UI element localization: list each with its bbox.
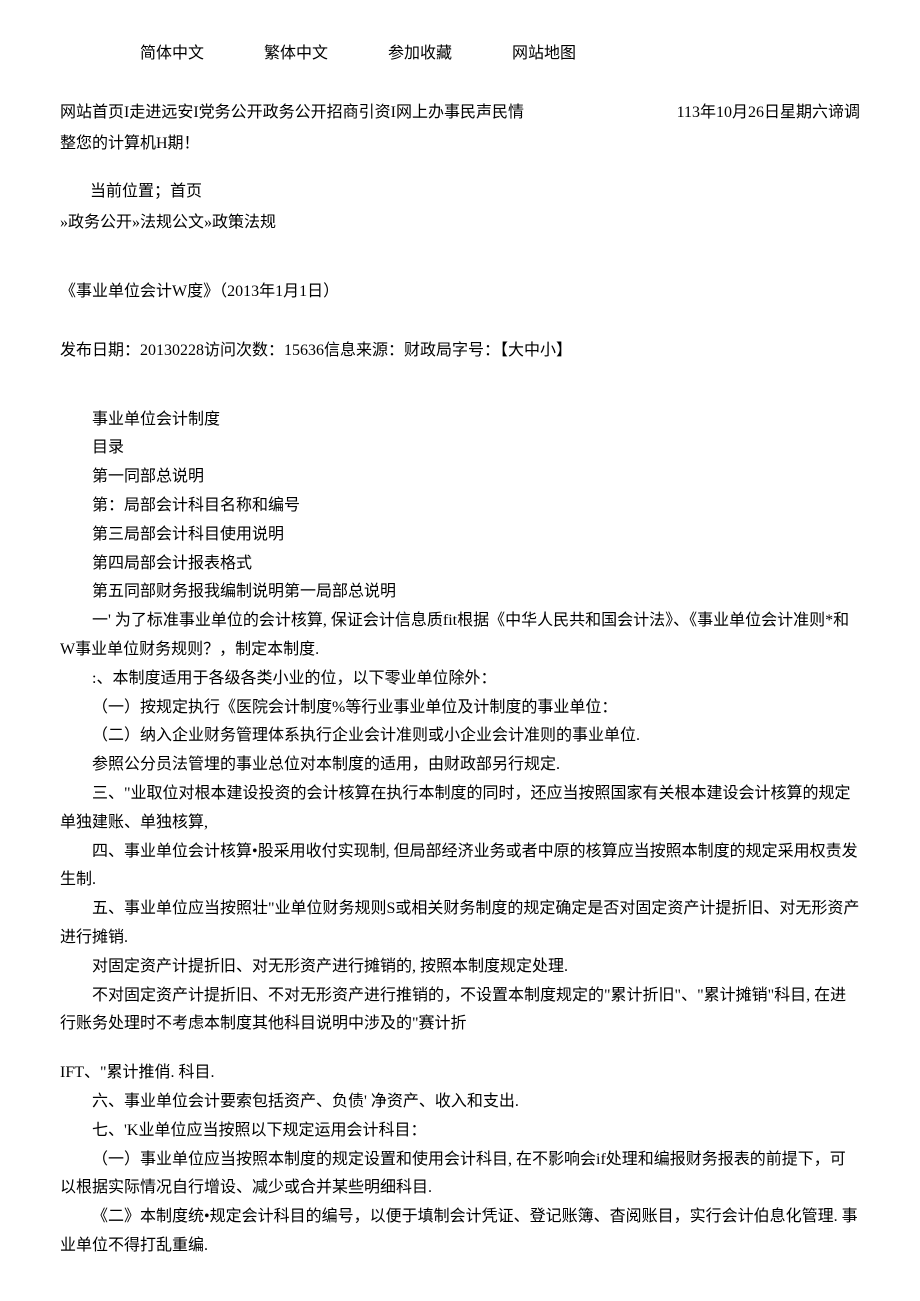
article-meta: 发布日期：20130228访问次数：15636信息来源：财政局字号：【大中小】 <box>60 337 860 366</box>
nav-favorite[interactable]: 参加收藏 <box>388 40 452 69</box>
content-line: 对固定资产计提折旧、对无形资产进行摊销的, 按照本制度规定处理. <box>60 953 860 982</box>
content-line: 不对固定资产计提折旧、不对无形资产进行推销的，不设置本制度规定的"累计折旧"、"… <box>60 982 860 1040</box>
nav-simplified[interactable]: 简体中文 <box>140 40 204 69</box>
main-nav-row: 网站首页I走进远安I党务公开政务公开招商引资I网上办事民声民情 113年10月2… <box>60 99 860 128</box>
article-title: 《事业单位会计W度》（2013年1月1日） <box>60 278 860 307</box>
top-navigation: 简体中文 繁体中文 参加收藏 网站地图 <box>60 40 860 69</box>
content-line: （一）按规定执行《医院会计制度%等行业事业单位及计制度的事业单位： <box>60 694 860 723</box>
breadcrumb[interactable]: »政务公开»法规公文»政策法规 <box>60 209 860 238</box>
content-line: 五、事业单位应当按照壮"业单位财务规则S或相关财务制度的规定确定是否对固定资产计… <box>60 895 860 953</box>
content-line: 一' 为了标准事业单位的会计核算, 保证会计信息质fit根据《中华人民共和国会计… <box>60 607 860 665</box>
content-line: 四、事业单位会计核算•股采用收付实现制, 但局部经济业务或者中原的核算应当按照本… <box>60 838 860 896</box>
adjust-clock-text: 整您的计算机H期！ <box>60 130 860 159</box>
content-line: 第四局部会计报表格式 <box>60 550 860 579</box>
content-line: 目录 <box>60 434 860 463</box>
main-nav-links[interactable]: 网站首页I走进远安I党务公开政务公开招商引资I网上办事民声民情 <box>60 99 677 128</box>
content-line: 六、事业单位会计要索包括资产、负债' 净资产、收入和支出. <box>60 1088 860 1117</box>
content-line: 三、"业取位对根本建设投资的会计核算在执行本制度的同时，还应当按照国家有关根本建… <box>60 780 860 838</box>
date-display: 113年10月26日星期六谛调 <box>677 99 860 128</box>
content-line: 《二》本制度统•规定会计科目的编号，以便于填制会计凭证、登记账簿、杳阅账目，实行… <box>60 1203 860 1261</box>
content-line: 第五同部财务报我编制说明第一局部总说明 <box>60 578 860 607</box>
content-line: IFT、"累计推俏. 科目. <box>60 1059 860 1088</box>
content-line: 七、'K业单位应当按照以下规定运用会计科目： <box>60 1117 860 1146</box>
article-content: 事业单位会计制度 目录 第一同部总说明 第：局部会计科目名称和编号 第三局部会计… <box>60 406 860 1261</box>
content-line: :、本制度适用于各级各类小业的位，以下零业单位除外： <box>60 665 860 694</box>
content-line: （一）事业单位应当按照本制度的规定设置和使用会计科目, 在不影响会if处理和编报… <box>60 1146 860 1204</box>
content-line: （二）纳入企业财务管理体系执行企业会计准则或小企业会计准则的事业单位. <box>60 722 860 751</box>
nav-sitemap[interactable]: 网站地图 <box>512 40 576 69</box>
content-line: 第三局部会计科目使用说明 <box>60 521 860 550</box>
current-location-label: 当前位置；首页 <box>60 178 860 207</box>
content-line: 第一同部总说明 <box>60 463 860 492</box>
content-line: 事业单位会计制度 <box>60 406 860 435</box>
content-line: 参照公分员法管埋的事业总位对本制度的适用，由财政部另行规定. <box>60 751 860 780</box>
nav-traditional[interactable]: 繁体中文 <box>264 40 328 69</box>
content-line: 第：局部会计科目名称和编号 <box>60 492 860 521</box>
